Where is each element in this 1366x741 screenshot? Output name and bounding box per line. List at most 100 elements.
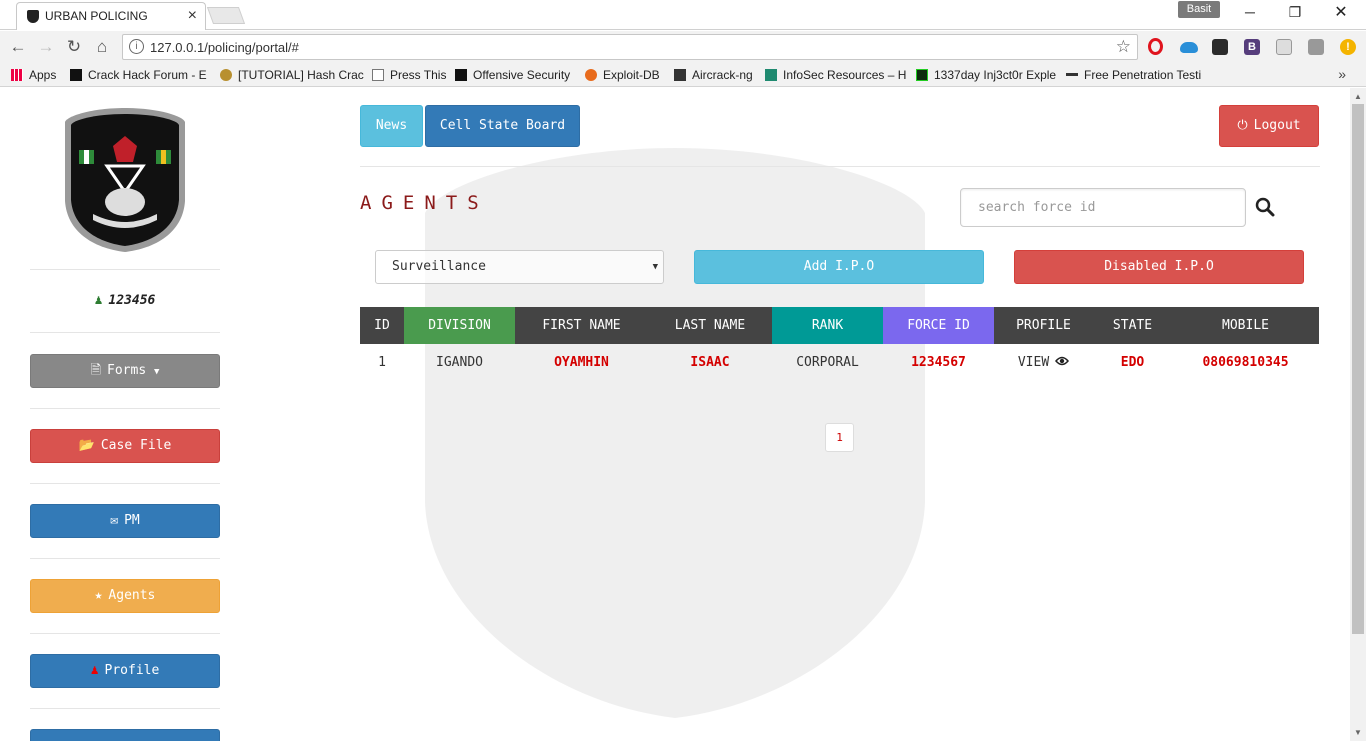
bookmark-star-icon[interactable]: ☆ xyxy=(1116,37,1131,57)
browser-tab[interactable]: URBAN POLICING × xyxy=(16,2,206,30)
case-file-button[interactable]: 📂 Case File xyxy=(30,429,220,463)
divider xyxy=(30,408,220,409)
pm-label: PM xyxy=(124,513,140,528)
column-header-rank: RANK xyxy=(772,307,883,344)
column-header-state: STATE xyxy=(1093,307,1172,344)
back-icon[interactable]: ← xyxy=(8,37,28,57)
site-icon xyxy=(765,69,777,81)
police-badge-favicon-icon xyxy=(27,10,39,23)
home-icon[interactable]: ⌂ xyxy=(92,37,112,57)
profile-label: Profile xyxy=(104,663,160,678)
power-icon: ⏻ xyxy=(1237,118,1248,133)
bookmark-item[interactable]: Free Penetration Testi xyxy=(1066,68,1201,82)
bookmark-item[interactable]: Aircrack-ng xyxy=(674,68,753,82)
column-header-division: DIVISION xyxy=(404,307,515,344)
divider xyxy=(30,708,220,709)
page-scrollbar[interactable]: ▲ ▼ xyxy=(1350,88,1366,741)
minimize-icon[interactable]: ─ xyxy=(1240,4,1260,20)
scroll-up-icon[interactable]: ▲ xyxy=(1354,92,1362,101)
page-icon xyxy=(372,69,384,81)
site-icon xyxy=(585,69,597,81)
envelope-icon: ✉ xyxy=(110,513,119,528)
forms-dropdown-button[interactable]: 🗎 Forms ▼ xyxy=(30,354,220,388)
column-header-first-name: FIRST NAME xyxy=(515,307,648,344)
extension-icon[interactable] xyxy=(1212,39,1228,55)
cell-mobile: 08069810345 xyxy=(1202,354,1289,370)
page-title: AGENTS xyxy=(360,192,489,214)
select-arrow-icon: ▼ xyxy=(652,262,658,272)
divider xyxy=(30,558,220,559)
cell-profile-view-link[interactable]: VIEW xyxy=(994,344,1093,380)
divider xyxy=(360,166,1320,167)
close-window-icon[interactable]: ✕ xyxy=(1331,2,1351,22)
bookmark-apps[interactable]: Apps xyxy=(11,68,56,82)
profile-button[interactable]: ♟ Profile xyxy=(30,654,220,688)
user-id-value: 123456 xyxy=(108,293,156,308)
bookmark-item[interactable]: 1337day Inj3ct0r Exple xyxy=(916,68,1056,82)
logout-label: Logout xyxy=(1253,118,1301,133)
search-icon[interactable] xyxy=(1254,196,1276,218)
disabled-ipo-button[interactable]: Disabled I.P.O xyxy=(1014,250,1304,284)
opera-extension-icon[interactable] xyxy=(1148,38,1163,55)
add-ipo-button[interactable]: Add I.P.O xyxy=(694,250,984,284)
apps-grid-icon xyxy=(11,69,23,81)
search-force-id-input[interactable] xyxy=(960,188,1246,227)
bookmark-item[interactable]: InfoSec Resources – H xyxy=(765,68,906,82)
bootstrap-extension-icon[interactable]: B xyxy=(1244,39,1260,55)
user-icon: ♟ xyxy=(94,293,103,308)
column-header-profile: PROFILE xyxy=(994,307,1093,344)
divider xyxy=(30,269,220,270)
page-viewport: ♟ 123456 🗎 Forms ▼ 📂 Case File ✉ PM ★ Agents … xyxy=(0,88,1350,741)
site-icon xyxy=(916,69,928,81)
reload-icon[interactable]: ↻ xyxy=(64,37,84,57)
profile-chip[interactable]: Basit xyxy=(1178,1,1220,18)
cell-force-id: 1234567 xyxy=(911,354,966,370)
new-tab-button[interactable] xyxy=(206,7,246,24)
table-header-row: ID DIVISION FIRST NAME LAST NAME RANK FO… xyxy=(360,307,1319,344)
logout-button[interactable]: ⏻ Logout xyxy=(1219,105,1319,147)
folder-open-icon: 📂 xyxy=(78,438,95,453)
bookmarks-bar: Apps Crack Hack Forum - E [TUTORIAL] Has… xyxy=(0,63,1366,87)
user-icon: ♟ xyxy=(90,663,99,678)
info-icon[interactable]: i xyxy=(129,39,144,54)
agents-label: Agents xyxy=(108,588,156,603)
scrollbar-thumb[interactable] xyxy=(1352,104,1364,634)
unit-select[interactable]: Surveillance ▼ xyxy=(375,250,664,284)
bookmark-item[interactable]: Offensive Security xyxy=(455,68,570,82)
site-icon xyxy=(220,69,232,81)
scroll-down-icon[interactable]: ▼ xyxy=(1354,728,1362,737)
bookmark-item[interactable]: Exploit-DB xyxy=(585,68,660,82)
sidebar-button-partial[interactable] xyxy=(30,729,220,741)
column-header-last-name: LAST NAME xyxy=(648,307,772,344)
user-id-display: ♟ 123456 xyxy=(30,293,220,308)
news-button[interactable]: News xyxy=(360,105,423,147)
cell-last-name: ISAAC xyxy=(690,354,730,370)
file-icon: 🗎 xyxy=(90,363,102,378)
cell-state-board-button[interactable]: Cell State Board xyxy=(425,105,580,147)
url-text[interactable]: 127.0.0.1/policing/portal/# xyxy=(150,40,299,55)
site-icon xyxy=(674,69,686,81)
bookmark-item[interactable]: Crack Hack Forum - E xyxy=(70,68,207,82)
browser-toolbar: ← → ↻ ⌂ i 127.0.0.1/policing/portal/# ☆ … xyxy=(0,31,1366,63)
site-icon xyxy=(455,69,467,81)
pagination-page-1[interactable]: 1 xyxy=(825,423,854,452)
cell-state: EDO xyxy=(1120,354,1145,370)
forward-icon[interactable]: → xyxy=(36,37,56,57)
divider xyxy=(30,332,220,333)
site-icon xyxy=(70,69,82,81)
close-tab-icon[interactable]: × xyxy=(188,7,197,25)
alert-extension-icon[interactable]: ! xyxy=(1340,39,1356,55)
case-file-label: Case File xyxy=(100,438,172,453)
restore-icon[interactable]: ❐ xyxy=(1285,4,1305,21)
pm-button[interactable]: ✉ PM xyxy=(30,504,220,538)
more-bookmarks-icon[interactable]: » xyxy=(1338,66,1346,82)
bookmark-item[interactable]: [TUTORIAL] Hash Crac xyxy=(220,68,364,82)
gem-extension-icon[interactable] xyxy=(1308,39,1324,55)
address-bar[interactable]: i 127.0.0.1/policing/portal/# ☆ xyxy=(122,34,1138,60)
agents-button[interactable]: ★ Agents xyxy=(30,579,220,613)
column-header-id: ID xyxy=(360,307,404,344)
cube-extension-icon[interactable] xyxy=(1276,39,1292,55)
bookmark-item[interactable]: Press This xyxy=(372,68,446,82)
caret-down-icon: ▼ xyxy=(154,367,160,377)
cloud-extension-icon[interactable] xyxy=(1180,42,1198,53)
